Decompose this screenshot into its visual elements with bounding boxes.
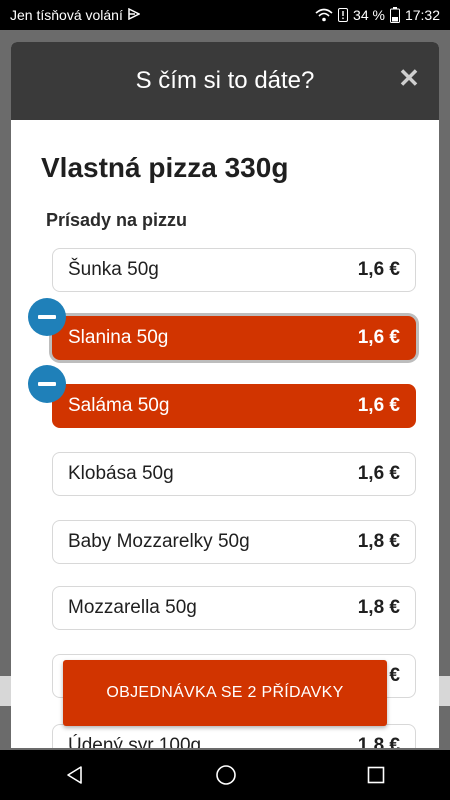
recents-icon[interactable] [367,766,385,784]
ingredient-item[interactable]: Baby Mozzarelky 50g 1,8 € [52,520,416,564]
status-right: 34 % 17:32 [315,7,440,23]
cast-icon [128,7,141,23]
addons-modal: S čím si to dáte? ✕ Vlastná pizza 330g P… [11,42,439,748]
wifi-icon [315,8,333,22]
ingredient-name: Saláma 50g [68,395,170,416]
ingredient-price: 1,6 € [357,259,400,280]
ingredient-price: 1,6 € [357,463,400,484]
order-button[interactable]: OBJEDNÁVKA SE 2 PŘÍDAVKY [63,660,387,726]
product-title: Vlastná pizza 330g [41,152,289,183]
close-icon[interactable]: ✕ [397,65,421,91]
ingredient-item-selected[interactable]: Slanina 50g 1,6 € [52,316,416,360]
alert-icon [338,8,349,22]
remove-icon[interactable] [28,298,66,336]
modal-header: S čím si to dáte? ✕ [11,42,439,120]
battery-text: 34 % [353,7,385,23]
ingredient-item[interactable]: Mozzarella 50g 1,8 € [52,586,416,630]
ingredient-price: 1,8 € [357,597,400,618]
ingredient-name: Mozzarella 50g [68,597,197,618]
ingredient-item[interactable]: Šunka 50g 1,6 € [52,248,416,292]
ingredient-price: 1,8 € [357,531,400,552]
ingredient-price: € [389,665,400,686]
section-title: Prísady na pizzu [46,210,188,230]
ingredient-item[interactable]: Klobása 50g 1,6 € [52,452,416,496]
ingredient-name: Šunka 50g [68,259,159,280]
carrier-text: Jen tísňová volání [10,7,123,23]
remove-icon[interactable] [28,365,66,403]
ingredient-item[interactable]: Údený syr 100g 1,8 € [52,724,416,748]
ingredient-price: 1,6 € [357,327,400,348]
status-left: Jen tísňová volání [10,7,141,23]
ingredient-item-selected[interactable]: Saláma 50g 1,6 € [52,384,416,428]
home-icon[interactable] [215,764,237,786]
ingredient-name: Údený syr 100g [68,735,202,748]
ingredient-name: Klobása 50g [68,463,174,484]
ingredient-price: 1,6 € [357,395,400,416]
modal-title: S čím si to dáte? [135,67,315,94]
navigation-bar [0,750,450,800]
battery-icon [389,7,400,23]
ingredient-name: Baby Mozzarelky 50g [68,531,250,552]
back-icon[interactable] [65,765,85,785]
clock-text: 17:32 [404,7,440,23]
status-bar: Jen tísňová volání 34 % 17:32 [0,0,450,30]
ingredient-price: 1,8 € [357,735,400,748]
ingredient-name: Slanina 50g [68,327,169,348]
